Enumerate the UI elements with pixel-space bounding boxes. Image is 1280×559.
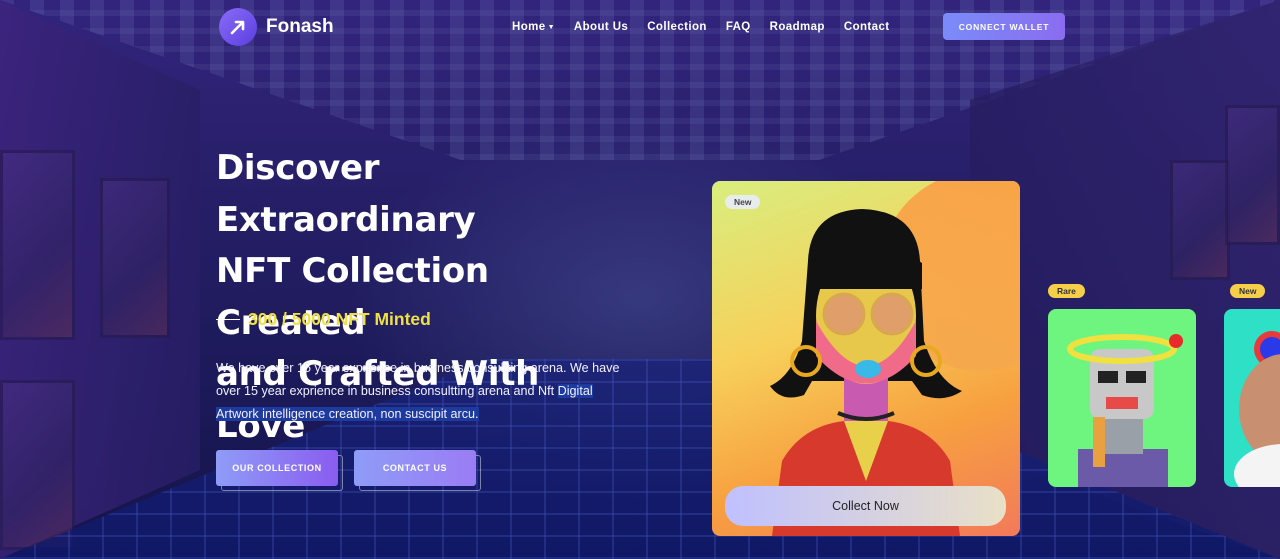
brand-name: Fonash	[266, 16, 334, 37]
site-header: Fonash Home ▼ About Us Collection FAQ Ro…	[0, 0, 1280, 56]
nav-item-about-us[interactable]: About Us	[574, 21, 628, 33]
nft-artwork-ape	[1234, 331, 1280, 487]
caret-down-icon: ▼	[547, 23, 555, 31]
nav-item-collection[interactable]: Collection	[647, 21, 707, 33]
nft-artwork-robot	[1067, 334, 1183, 487]
nav-item-contact[interactable]: Contact	[844, 21, 890, 33]
new-badge: New	[1230, 284, 1266, 298]
nft-card-rare[interactable]	[1048, 309, 1196, 487]
new-badge: New	[725, 195, 761, 209]
nav-item-home[interactable]: Home ▼	[512, 21, 555, 33]
contact-us-button[interactable]: CONTACT US	[354, 450, 476, 486]
minted-dash	[216, 318, 240, 321]
main-nav: Home ▼ About Us Collection FAQ Roadmap C…	[512, 21, 889, 33]
nft-card-featured[interactable]: New Collect Now	[712, 181, 1020, 536]
minted-text: 300 / 5000 NFT Minted	[248, 309, 431, 329]
hero-description: We have over 15 year exprience in busine…	[216, 357, 624, 426]
brand-logo[interactable]: Fonash	[219, 8, 334, 46]
nav-item-faq[interactable]: FAQ	[726, 21, 751, 33]
collect-now-button[interactable]: Collect Now	[725, 486, 1006, 526]
our-collection-button[interactable]: OUR COLLECTION	[216, 450, 338, 486]
nav-item-label: Home	[512, 21, 546, 33]
connect-wallet-button[interactable]: CONNECT WALLET	[943, 13, 1065, 40]
arrow-up-right-icon	[219, 8, 257, 46]
nft-card-third[interactable]	[1224, 309, 1280, 487]
hero-title-line: Discover Extraordinary	[216, 148, 476, 240]
rare-badge: Rare	[1048, 284, 1085, 298]
minted-counter: 300 / 5000 NFT Minted	[216, 309, 431, 330]
nft-artwork-woman	[770, 209, 962, 536]
nav-item-roadmap[interactable]: Roadmap	[770, 21, 825, 33]
